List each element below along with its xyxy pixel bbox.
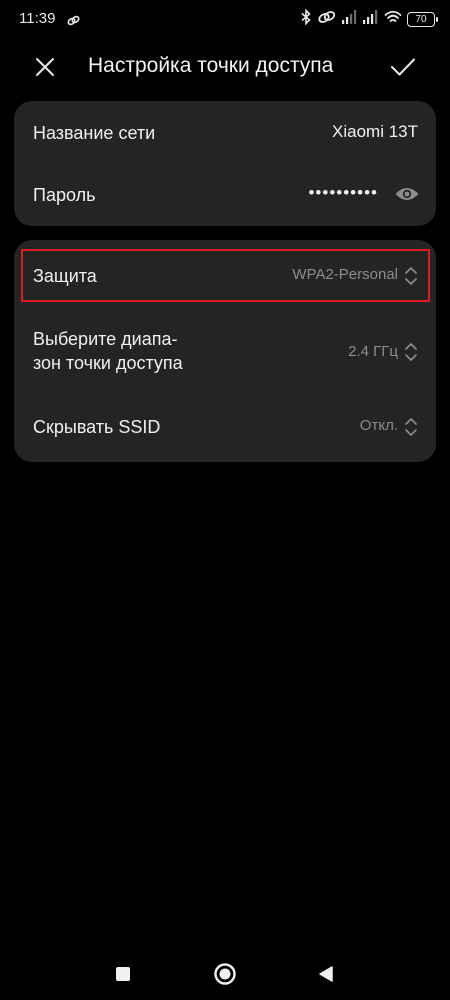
network-name-row[interactable]: Название сети Xiaomi 13T [14,101,436,163]
back-icon[interactable] [313,961,339,987]
navigation-bar [0,945,450,1000]
link-icon [67,13,80,31]
status-icons: 70 [300,8,438,30]
password-value: •••••••••• [308,183,378,202]
hide-ssid-row[interactable]: Скрывать SSID Откл. [14,397,436,459]
title-bar: Настройка точки доступа [0,42,450,92]
network-name-label: Название сети [33,123,156,143]
band-label-line2: зон точки доступа [33,353,183,373]
eye-icon[interactable] [394,185,420,208]
network-name-value: Xiaomi 13T [332,122,418,141]
home-icon[interactable] [212,961,238,987]
band-row[interactable]: Выберите диапа- зон точки доступа 2.4 ГГ… [14,316,436,388]
page-title: Настройка точки доступа [88,54,334,77]
hide-ssid-value: Откл. [359,417,398,434]
close-icon[interactable] [28,50,62,84]
chevron-up-down-icon [404,416,418,438]
checkmark-icon[interactable] [386,50,420,84]
password-row[interactable]: Пароль •••••••••• [14,163,436,225]
signal-icon [363,9,379,29]
bluetooth-icon [300,8,312,30]
chevron-up-down-icon [404,341,418,363]
battery-icon: 70 [407,11,438,27]
status-bar: 11:39 70 [0,0,450,38]
signal-icon [342,9,358,29]
hide-ssid-label: Скрывать SSID [33,417,161,437]
recents-icon[interactable] [110,961,136,987]
password-label: Пароль [33,185,96,205]
band-label-line1: Выберите диапа- [33,329,178,349]
hotspot-icon [317,10,337,29]
band-label: Выберите диапа- зон точки доступа [33,327,183,375]
band-value: 2.4 ГГц [348,343,398,360]
status-time: 11:39 [19,10,56,27]
network-card: Название сети Xiaomi 13T Пароль ••••••••… [14,101,436,226]
wifi-icon [384,10,402,29]
highlight-frame [21,249,430,302]
